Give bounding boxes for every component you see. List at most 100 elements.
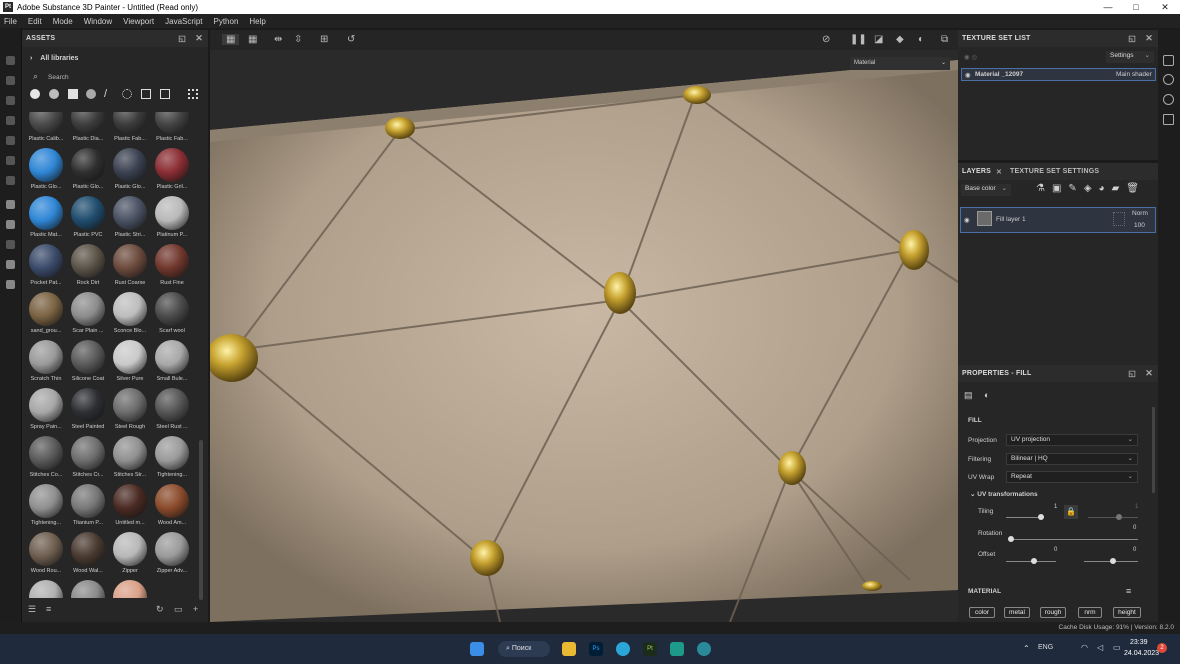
- substance-painter-icon[interactable]: Pt: [643, 642, 657, 656]
- add-mask-icon[interactable]: ◈: [1084, 183, 1099, 194]
- photoshop-icon[interactable]: Ps: [589, 642, 603, 656]
- channel-chip-metal[interactable]: metal: [1004, 607, 1030, 618]
- asset-item[interactable]: Wood Rou...: [26, 532, 66, 580]
- asset-item[interactable]: Scratch Thin: [26, 340, 66, 388]
- tab-texture-set-settings[interactable]: TEXTURE SET SETTINGS: [1010, 168, 1099, 175]
- filtering-select[interactable]: Bilinear | HQ ⌄: [1006, 453, 1138, 465]
- asset-item[interactable]: Stitches Cr...: [68, 436, 108, 484]
- clone-icon[interactable]: [6, 156, 15, 165]
- asset-item[interactable]: Sconce Blo...: [110, 292, 150, 340]
- asset-item[interactable]: Plastic Stri...: [110, 196, 150, 244]
- asset-item[interactable]: Spray Pain...: [26, 388, 66, 436]
- delete-icon[interactable]: 🗑: [1126, 183, 1146, 194]
- clock-date[interactable]: 24.04.2023: [1124, 650, 1159, 657]
- tab-layers[interactable]: LAYERS: [962, 168, 991, 175]
- taskbar-search[interactable]: ⌕ Поиск: [498, 641, 550, 657]
- sort-icon[interactable]: ≡: [46, 604, 51, 614]
- file-explorer-icon[interactable]: [562, 642, 576, 656]
- asset-item[interactable]: Plastic Gril...: [152, 148, 192, 196]
- start-icon[interactable]: [470, 642, 484, 656]
- folder-icon[interactable]: ▰: [1112, 183, 1127, 194]
- menu-edit[interactable]: Edit: [28, 17, 42, 26]
- add-group-icon[interactable]: ◕: [1099, 183, 1112, 194]
- uv-transformations-toggle[interactable]: ⌄ UV transformations: [970, 490, 1038, 498]
- menu-file[interactable]: File: [4, 17, 17, 26]
- asset-item[interactable]: Plastic Dia...: [68, 112, 108, 148]
- tray-chevron-icon[interactable]: ⌃: [1023, 644, 1030, 653]
- asset-item[interactable]: Zipper: [110, 532, 150, 580]
- export-icon[interactable]: [6, 200, 15, 209]
- asset-item[interactable]: Zipper Adv...: [68, 580, 108, 598]
- material-tab-icon[interactable]: ◐: [984, 390, 989, 400]
- asset-item[interactable]: Plastic PVC: [68, 196, 108, 244]
- offset-v-slider-handle[interactable]: [1110, 558, 1116, 564]
- asset-item[interactable]: Steel Painted: [68, 388, 108, 436]
- asset-item[interactable]: Wood Wal...: [68, 532, 108, 580]
- lock-icon[interactable]: 🔒: [1064, 505, 1078, 519]
- offset-v-value[interactable]: 0: [1133, 547, 1136, 553]
- add-paint-layer-icon[interactable]: ✎: [1068, 183, 1083, 194]
- geometry-mask-icon[interactable]: [6, 116, 15, 125]
- lighting-icon[interactable]: ◐: [918, 34, 924, 45]
- rotation-slider-handle[interactable]: [1008, 536, 1014, 542]
- generators-filter-icon[interactable]: [86, 89, 96, 99]
- masks-filter-icon[interactable]: [68, 89, 78, 99]
- tiling-slider-handle[interactable]: [1038, 514, 1044, 520]
- channel-dropdown[interactable]: Base color ⌄: [961, 184, 1011, 196]
- uvwrap-select[interactable]: Repeat ⌄: [1006, 471, 1138, 483]
- refresh-icon[interactable]: ↻: [156, 604, 164, 615]
- menu-python[interactable]: Python: [214, 17, 239, 26]
- mask-slot[interactable]: [1113, 212, 1125, 226]
- battery-icon[interactable]: ▭: [1113, 643, 1121, 652]
- asset-item[interactable]: Silver Pure: [110, 340, 150, 388]
- materials-filter-icon[interactable]: [30, 89, 40, 99]
- close-panel-icon[interactable]: ✕: [1145, 33, 1153, 44]
- texture-set-icon[interactable]: [1163, 55, 1174, 66]
- close-window-button[interactable]: ✕: [1150, 0, 1180, 14]
- asset-item[interactable]: Wood Am...: [152, 484, 192, 532]
- shader-name[interactable]: Main shader: [1116, 71, 1152, 78]
- settings-dropdown[interactable]: Settings ⌄: [1106, 51, 1154, 63]
- history-icon[interactable]: [1163, 94, 1174, 105]
- shader-settings-icon[interactable]: [6, 260, 15, 269]
- view-cube-icon[interactable]: ◪: [874, 34, 883, 45]
- environments-filter-icon[interactable]: [160, 89, 170, 99]
- clock-time[interactable]: 23:39: [1130, 639, 1148, 646]
- visibility-toggle-icon[interactable]: ◉ ◎: [964, 53, 977, 61]
- add-asset-icon[interactable]: +: [193, 604, 198, 614]
- symmetry-y-icon[interactable]: ⇳: [294, 34, 302, 45]
- layer-opacity[interactable]: 100: [1134, 222, 1145, 229]
- list-view-icon[interactable]: ☰: [28, 604, 36, 615]
- eye-icon[interactable]: ◉: [964, 216, 970, 224]
- library-name[interactable]: All libraries: [40, 55, 78, 62]
- bake-icon[interactable]: [6, 220, 15, 229]
- asset-item[interactable]: Rust Fine: [152, 244, 192, 292]
- tiling-value[interactable]: 1: [1054, 504, 1057, 510]
- fill-tab-icon[interactable]: ▤: [964, 390, 973, 401]
- asset-item[interactable]: Plastic Fab...: [152, 112, 192, 148]
- grid-multi-icon[interactable]: ▦: [248, 34, 257, 45]
- close-panel-icon[interactable]: ✕: [1145, 368, 1153, 379]
- channel-chip-height[interactable]: height: [1113, 607, 1141, 618]
- asset-item[interactable]: Plastic Glo...: [68, 148, 108, 196]
- eraser-icon[interactable]: [6, 76, 15, 85]
- smart-materials-filter-icon[interactable]: [49, 89, 59, 99]
- rotation-slider[interactable]: [1008, 539, 1138, 540]
- menu-help[interactable]: Help: [249, 17, 265, 26]
- asset-item[interactable]: Zipper Adv...: [152, 532, 192, 580]
- menu-viewport[interactable]: Viewport: [123, 17, 154, 26]
- asset-item[interactable]: Plastic Mat...: [26, 196, 66, 244]
- smudge-icon[interactable]: [6, 136, 15, 145]
- log-icon[interactable]: [1163, 114, 1174, 125]
- textures-filter-icon[interactable]: [141, 89, 151, 99]
- asset-item[interactable]: Plastic Fab...: [110, 112, 150, 148]
- asset-item[interactable]: Pocket Pat...: [26, 244, 66, 292]
- asset-item[interactable]: Titanium P...: [68, 484, 108, 532]
- asset-item[interactable]: Plastic Glo...: [26, 148, 66, 196]
- close-tab-icon[interactable]: ✕: [996, 168, 1002, 176]
- asset-item[interactable]: Rock Dirt: [68, 244, 108, 292]
- globe-app-icon[interactable]: [697, 642, 711, 656]
- asset-item[interactable]: Scarf wool: [152, 292, 192, 340]
- material-menu-icon[interactable]: ≡: [1126, 586, 1131, 596]
- effects-icon[interactable]: ⚗: [1036, 183, 1052, 194]
